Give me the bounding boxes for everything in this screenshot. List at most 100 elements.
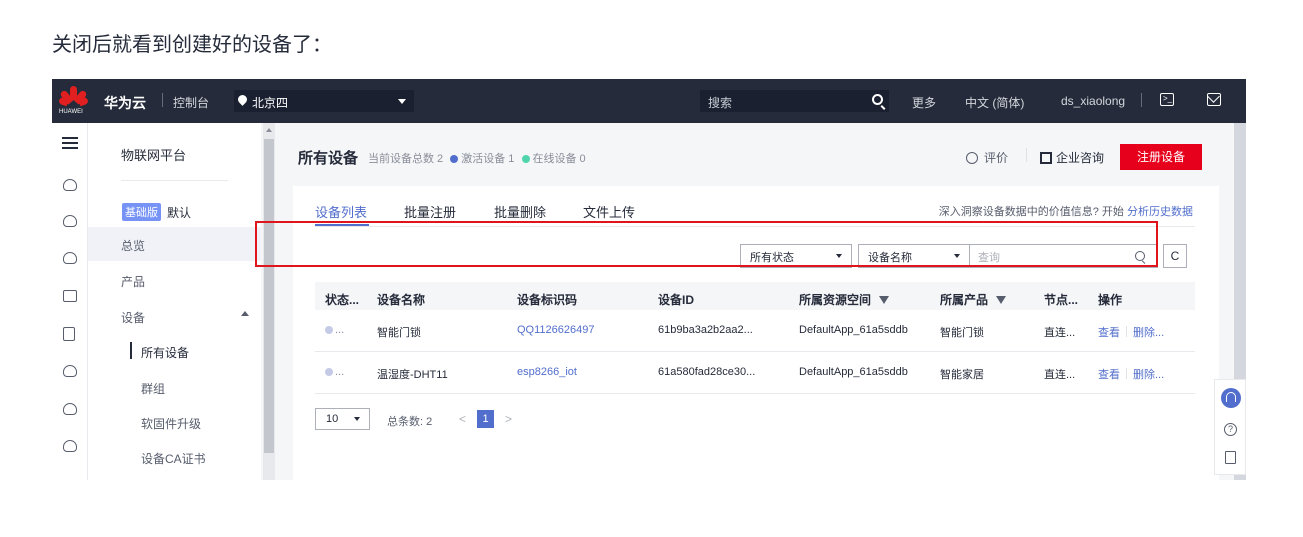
col-identifier: 设备标识码: [517, 293, 578, 307]
mail-icon[interactable]: [1207, 93, 1221, 106]
tab-divider: [315, 226, 1195, 227]
content-header: 所有设备 当前设备总数 2 激活设备 1 在线设备 0 评价 企业咨询 注册设备: [276, 123, 1246, 187]
device-stats: 当前设备总数 2 激活设备 1 在线设备 0: [368, 150, 586, 166]
consult-button[interactable]: 企业咨询: [1040, 149, 1104, 166]
register-device-button[interactable]: 注册设备: [1120, 144, 1202, 170]
table-row[interactable]: ... 温湿度-DHT11 esp8266_iot 61a580fad28ce3…: [315, 352, 1195, 394]
search-icon[interactable]: [1135, 251, 1145, 261]
col-product[interactable]: 所属产品: [940, 291, 1007, 308]
prev-page-button[interactable]: <: [459, 412, 466, 426]
page-size-value: 10: [326, 413, 339, 425]
secondary-nav: 物联网平台 基础版 默认 总览 产品 设备 所有设备 群组 软固件升级 设备CA…: [88, 123, 261, 480]
query-placeholder: 查询: [978, 252, 1000, 264]
document-icon[interactable]: [63, 327, 75, 341]
field-filter[interactable]: 设备名称: [858, 244, 970, 268]
history-analysis-link[interactable]: 分析历史数据: [1127, 206, 1193, 218]
nav-sub-firmware[interactable]: 软固件升级: [141, 415, 201, 432]
storage-icon[interactable]: [63, 365, 77, 377]
refresh-icon: C: [1170, 249, 1180, 263]
nav-scrollbar[interactable]: [263, 123, 275, 480]
row-status: ...: [325, 366, 344, 378]
database-icon[interactable]: [63, 252, 77, 264]
console-link[interactable]: 控制台: [173, 94, 209, 111]
tab-device-list[interactable]: 设备列表: [315, 202, 367, 221]
page-caption: 关闭后就看到创建好的设备了：: [52, 34, 332, 56]
row-node: 直连...: [1044, 369, 1076, 381]
insight-text: 深入洞察设备数据中的价值信息? 开始 分析历史数据: [939, 203, 1193, 219]
service-rail: [52, 123, 88, 480]
status-filter[interactable]: 所有状态: [740, 244, 852, 268]
view-link[interactable]: 查看: [1098, 327, 1120, 339]
region-selector[interactable]: 北京四: [234, 90, 414, 112]
col-resource-space[interactable]: 所属资源空间: [799, 291, 890, 308]
col-product-label: 所属产品: [940, 293, 989, 307]
search-input[interactable]: 查询: [970, 244, 1158, 268]
search-input[interactable]: 搜索: [700, 90, 889, 112]
tab-batch-register[interactable]: 批量注册: [404, 202, 456, 221]
scroll-up-icon[interactable]: [266, 128, 272, 132]
page-title: 所有设备: [298, 150, 359, 167]
smile-icon: [966, 152, 978, 164]
scrollbar-thumb[interactable]: [264, 139, 274, 453]
feedback-icon[interactable]: [1225, 451, 1236, 464]
col-status[interactable]: 状态...: [325, 291, 359, 308]
col-device-id: 设备ID: [658, 293, 695, 307]
nav-sub-group[interactable]: 群组: [141, 380, 165, 397]
nav-item-overview[interactable]: 总览: [121, 237, 145, 254]
monitor-icon[interactable]: [63, 290, 77, 302]
edition-default[interactable]: 默认: [167, 204, 191, 221]
table-row[interactable]: ... 智能门锁 QQ1126626497 61b9ba3a2b2aa2... …: [315, 310, 1195, 352]
terminal-icon[interactable]: >_: [1160, 93, 1174, 106]
row-identifier-link[interactable]: QQ1126626497: [517, 324, 594, 336]
nav-item-overview-row[interactable]: [88, 227, 261, 261]
user-menu[interactable]: ds_xiaolong: [1061, 94, 1125, 108]
headset-icon[interactable]: [1221, 388, 1241, 408]
refresh-button[interactable]: C: [1163, 244, 1187, 268]
rate-button[interactable]: 评价: [966, 149, 1008, 166]
divider: [162, 93, 163, 107]
filter-icon[interactable]: [996, 296, 1007, 304]
chevron-down-icon: [354, 417, 360, 421]
cloud-sync-icon[interactable]: [63, 440, 77, 452]
total-devices: 当前设备总数 2: [368, 153, 444, 165]
nav-sub-all-devices[interactable]: 所有设备: [141, 344, 189, 361]
col-device-name: 设备名称: [377, 293, 426, 307]
next-page-button[interactable]: >: [505, 412, 512, 426]
nav-item-device[interactable]: 设备: [121, 309, 145, 326]
chevron-down-icon: [398, 99, 406, 104]
col-resource-space-label: 所属资源空间: [799, 293, 872, 307]
brand-name[interactable]: 华为云: [104, 93, 146, 113]
online-devices: 在线设备 0: [532, 153, 586, 165]
filter-icon[interactable]: [879, 296, 890, 304]
menu-icon[interactable]: [62, 137, 78, 149]
nav-item-product[interactable]: 产品: [121, 273, 145, 290]
region-label: 北京四: [252, 96, 289, 110]
language-selector[interactable]: 中文 (简体): [965, 94, 1024, 111]
search-icon[interactable]: [872, 94, 883, 105]
huawei-logo[interactable]: HUAWEI: [58, 85, 89, 117]
chevron-down-icon: [954, 254, 960, 258]
view-link[interactable]: 查看: [1098, 369, 1120, 381]
row-actions: 查看 删除...: [1098, 366, 1164, 382]
more-menu[interactable]: 更多: [912, 94, 936, 111]
tab-file-upload[interactable]: 文件上传: [583, 202, 635, 221]
consult-label: 企业咨询: [1056, 151, 1105, 165]
cloud-service-icon[interactable]: [63, 215, 77, 227]
cloud-icon[interactable]: [63, 179, 77, 191]
search-placeholder: 搜索: [708, 96, 733, 110]
row-device-name: 温湿度-DHT11: [377, 369, 448, 381]
row-identifier-link[interactable]: esp8266_iot: [517, 366, 577, 378]
nav-divider: [121, 180, 228, 181]
nav-sub-ca-cert[interactable]: 设备CA证书: [141, 450, 206, 467]
page-size-select[interactable]: 10: [315, 408, 370, 430]
delete-link[interactable]: 删除...: [1133, 327, 1164, 339]
current-page-button[interactable]: 1: [477, 410, 494, 428]
online-dot-icon: [521, 155, 530, 163]
cloud-upload-icon[interactable]: [63, 403, 77, 415]
logo-text: HUAWEI: [59, 109, 83, 115]
delete-link[interactable]: 删除...: [1133, 369, 1164, 381]
tab-batch-delete[interactable]: 批量删除: [494, 202, 546, 221]
chevron-up-icon[interactable]: [241, 311, 249, 316]
col-node[interactable]: 节点...: [1044, 291, 1078, 308]
help-icon[interactable]: ?: [1224, 423, 1237, 436]
